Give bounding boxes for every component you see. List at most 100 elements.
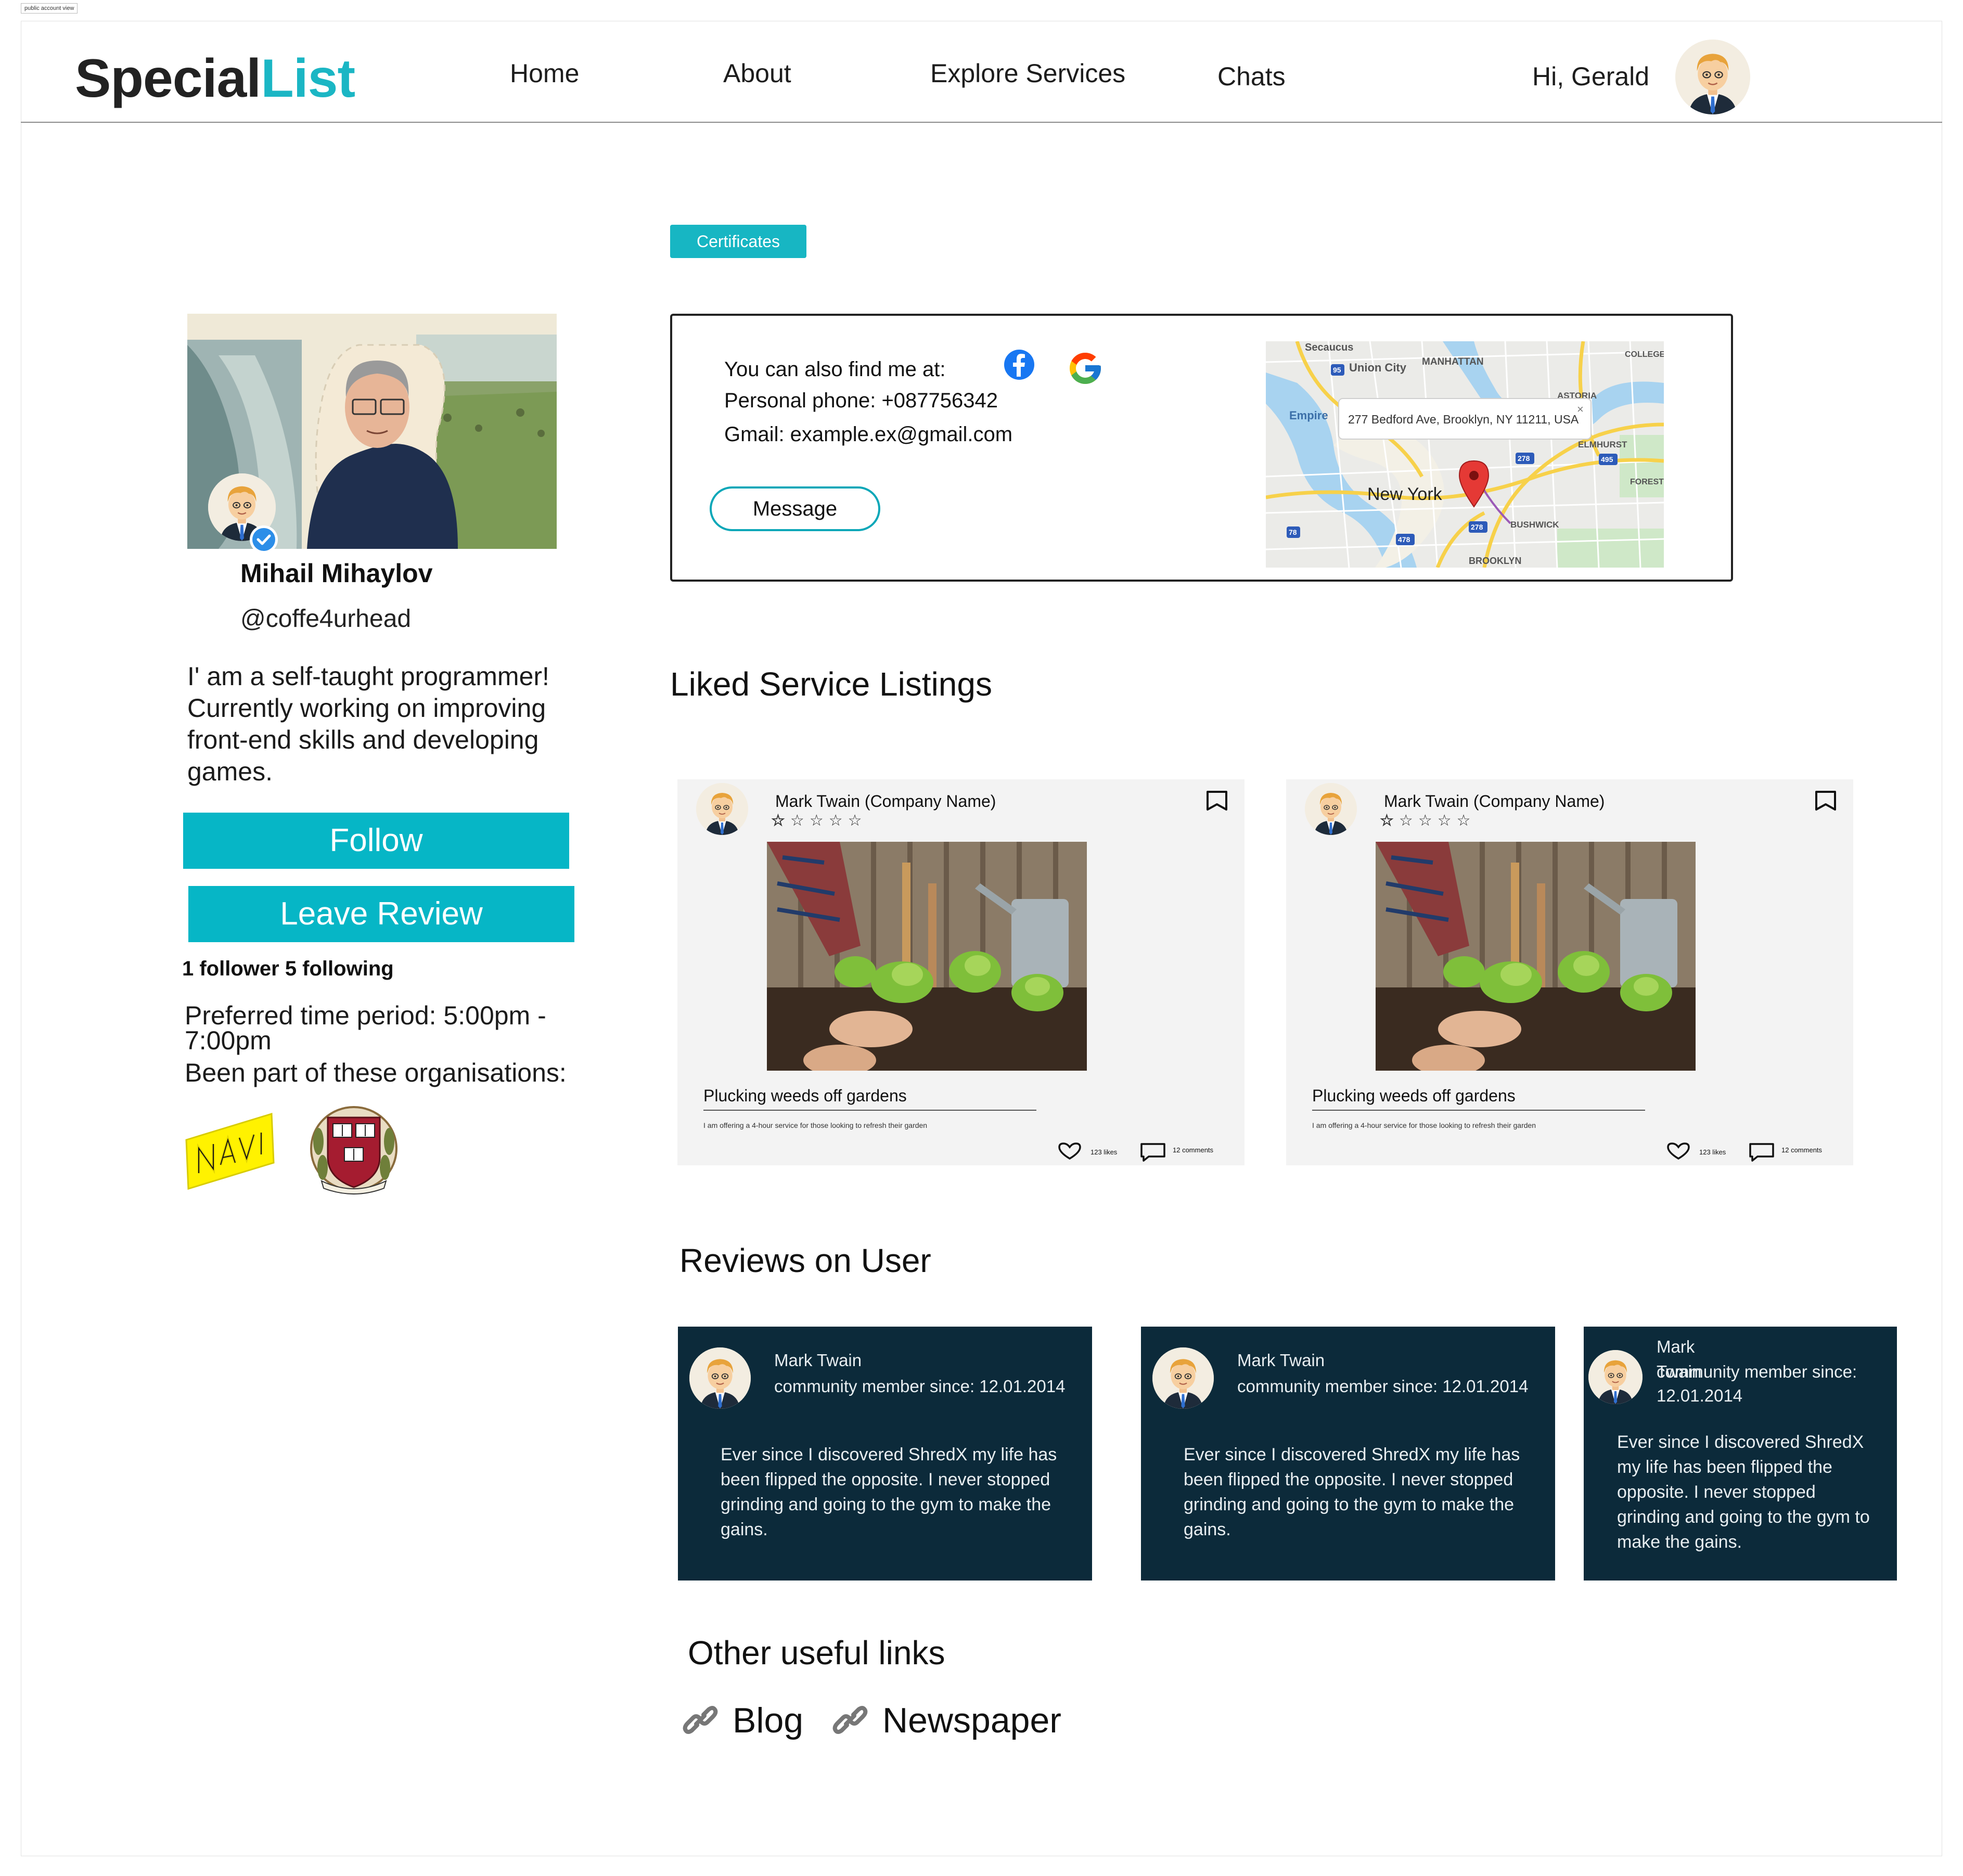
user-avatar[interactable] <box>1675 40 1750 114</box>
reviewer-avatar <box>1588 1350 1643 1404</box>
preferred-time: Preferred time period: 5:00pm - 7:00pm <box>185 1003 546 1053</box>
map-label: ELMHURST <box>1578 440 1627 449</box>
map-label: Empire <box>1289 409 1328 422</box>
review-text: Ever since I discovered ShredX my life h… <box>721 1442 1057 1542</box>
liked-listings-title: Liked Service Listings <box>670 665 992 703</box>
harvard-logo[interactable] <box>307 1105 401 1194</box>
profile-handle: @coffe4urhead <box>240 605 412 633</box>
map-label: MANHATTAN <box>1422 356 1484 367</box>
reviewer-since: community member since: 12.01.2014 <box>774 1377 1066 1396</box>
follow-button[interactable]: Follow <box>183 813 569 869</box>
verified-badge-icon <box>249 524 279 555</box>
star-empty-icon: ☆ <box>1456 812 1476 829</box>
location-map[interactable]: Secaucus Union City MANHATTAN ASTORIA Em… <box>1266 341 1664 568</box>
map-label: BUSHWICK <box>1510 520 1559 530</box>
certificates-button[interactable]: Certificates <box>670 225 806 258</box>
likes-count: 123 likes <box>1699 1148 1726 1156</box>
find-me-label: You can also find me at: <box>724 358 946 381</box>
preferred-line: Preferred time period: 5:00pm - <box>185 1001 546 1030</box>
reviewer-info: Mark Twain community member since: 12.01… <box>1237 1347 1528 1399</box>
reviewer-avatar-icon <box>1152 1347 1214 1409</box>
review-line: my life has been flipped the <box>1617 1457 1832 1477</box>
map-label: Union City <box>1349 361 1407 374</box>
navi-logo[interactable] <box>183 1111 277 1194</box>
reviewer-avatar <box>689 1347 751 1409</box>
gmail-text: Gmail: example.ex@gmail.com <box>724 423 1013 446</box>
map-label: Secaucus <box>1305 342 1353 353</box>
star-empty-icon: ☆ <box>828 812 848 829</box>
map-shield: 278 <box>1518 454 1530 462</box>
bookmark-icon[interactable] <box>1813 790 1838 812</box>
review-line: make the gains. <box>1617 1532 1742 1552</box>
map-city-label: New York <box>1367 484 1443 504</box>
link-newspaper[interactable]: Newspaper <box>882 1700 1061 1741</box>
listing-image <box>767 842 1087 1071</box>
like-icon[interactable] <box>1665 1142 1692 1161</box>
review-line: grinding and going to the gym to <box>1617 1507 1870 1527</box>
profile-bio: I' am a self-taught programmer! Currentl… <box>187 661 549 788</box>
star-empty-icon: ☆ <box>1437 812 1457 829</box>
facebook-icon[interactable] <box>1003 349 1035 381</box>
author-avatar-icon <box>1305 783 1357 835</box>
link-icon <box>831 1701 869 1739</box>
listing-desc: I am offering a 4-hour service for those… <box>703 1121 928 1129</box>
listing-desc: I am offering a 4-hour service for those… <box>1312 1121 1536 1129</box>
nav-explore-services[interactable]: Explore Services <box>930 58 1125 88</box>
star-empty-icon: ☆ <box>848 812 867 829</box>
nav-chats[interactable]: Chats <box>1217 61 1286 92</box>
leave-review-button[interactable]: Leave Review <box>188 886 574 942</box>
follow-stats[interactable]: 1 follower 5 following <box>182 957 394 981</box>
review-line: Ever since I discovered ShredX my life h… <box>721 1445 1057 1464</box>
map-popup-close-icon: × <box>1577 403 1584 416</box>
listing-author-avatar <box>696 783 748 835</box>
site-logo[interactable]: SpecialList <box>75 48 355 110</box>
map-label: BROOKLYN <box>1469 556 1521 566</box>
review-line: Ever since I discovered ShredX <box>1617 1432 1864 1452</box>
preferred-line: 7:00pm <box>185 1026 272 1055</box>
organisations-label: Been part of these organisations: <box>185 1058 567 1087</box>
author-avatar-icon <box>696 783 748 835</box>
frame-label: public account view <box>21 3 78 14</box>
comment-icon[interactable] <box>1139 1142 1166 1163</box>
listing-author-avatar <box>1305 783 1357 835</box>
comments-count: 12 comments <box>1173 1146 1214 1154</box>
phone-text: Personal phone: +087756342 <box>724 389 998 412</box>
map-shield: 495 <box>1601 455 1613 464</box>
nav-home[interactable]: Home <box>510 58 579 88</box>
review-line: been flipped the opposite. I never stopp… <box>721 1470 1050 1489</box>
nav-about[interactable]: About <box>723 58 791 88</box>
star-rating: ☆☆☆☆☆ <box>1380 812 1476 830</box>
logo-special: Special <box>75 48 261 109</box>
link-blog[interactable]: Blog <box>733 1700 803 1741</box>
google-icon[interactable] <box>1067 350 1104 387</box>
reviewer-name: Mark Twain <box>1237 1351 1325 1370</box>
link-icon <box>682 1701 719 1739</box>
bookmark-icon[interactable] <box>1204 790 1229 812</box>
listing-title: Plucking weeds off gardens <box>703 1086 907 1105</box>
comment-icon[interactable] <box>1748 1142 1775 1163</box>
bio-line: front-end skills and developing <box>187 725 539 754</box>
review-text: Ever since I discovered ShredX my life h… <box>1184 1442 1520 1542</box>
bio-line: games. <box>187 757 273 786</box>
message-button[interactable]: Message <box>710 486 880 531</box>
likes-count: 123 likes <box>1090 1148 1118 1156</box>
review-line: Ever since I discovered ShredX my life h… <box>1184 1445 1520 1464</box>
star-filled-icon: ☆ <box>1380 812 1399 829</box>
like-icon[interactable] <box>1056 1142 1083 1161</box>
star-empty-icon: ☆ <box>790 812 810 829</box>
listing-title: Plucking weeds off gardens <box>1312 1086 1516 1105</box>
bio-line: Currently working on improving <box>187 693 546 723</box>
map-graphic: Secaucus Union City MANHATTAN ASTORIA Em… <box>1266 341 1664 568</box>
map-shield: 278 <box>1471 523 1483 531</box>
profile-name: Mihail Mihaylov <box>240 559 433 588</box>
map-address: 277 Bedford Ave, Brooklyn, NY 11211, USA <box>1348 413 1579 426</box>
review-line: grinding and going to the gym to make th… <box>1184 1495 1515 1514</box>
logo-list: List <box>261 48 355 109</box>
listing-divider <box>703 1110 1036 1111</box>
listing-author: Mark Twain (Company Name) <box>1384 792 1605 811</box>
star-empty-icon: ☆ <box>1399 812 1418 829</box>
useful-links-title: Other useful links <box>688 1634 945 1672</box>
map-shield: 95 <box>1333 366 1341 374</box>
reviewer-avatar-icon <box>1588 1350 1643 1404</box>
map-label: FOREST HI <box>1630 478 1664 486</box>
